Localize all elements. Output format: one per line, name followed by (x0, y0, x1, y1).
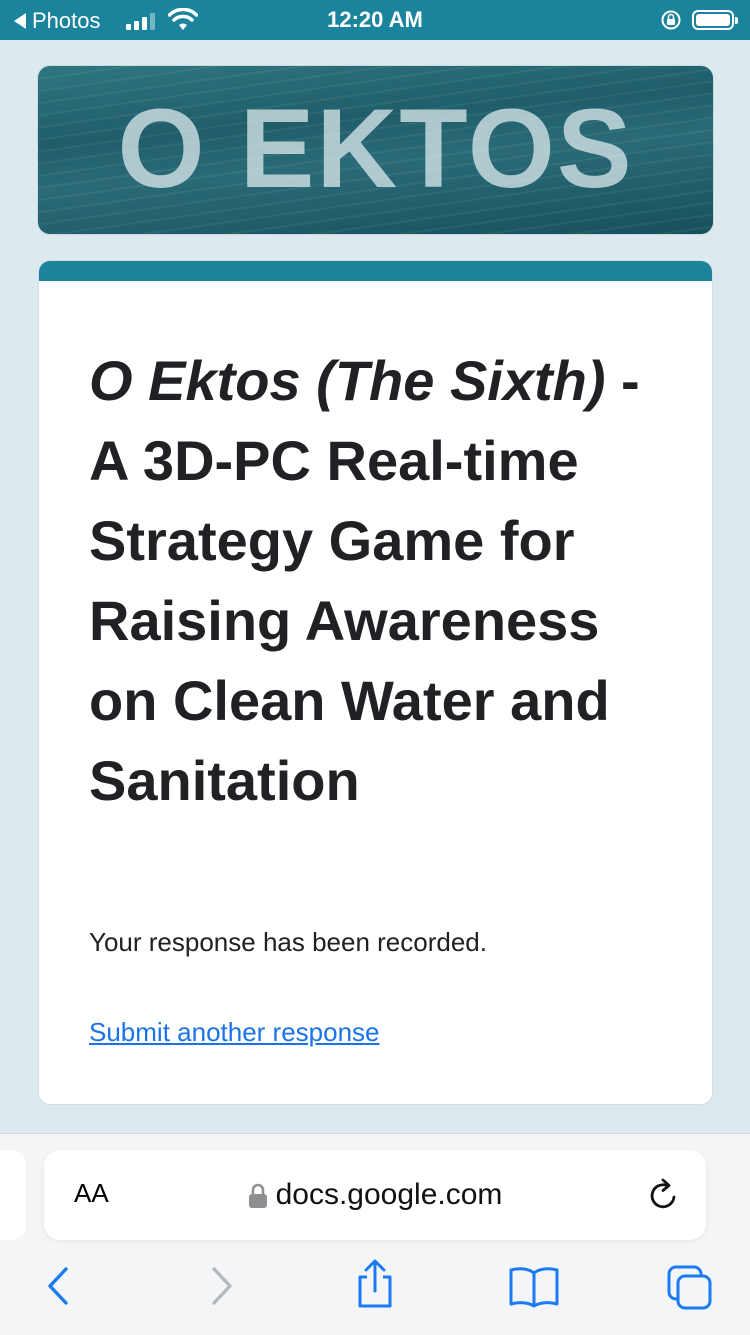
submit-another-response-link[interactable]: Submit another response (89, 1017, 380, 1048)
url-display[interactable]: docs.google.com (44, 1178, 706, 1212)
url-text: docs.google.com (275, 1178, 503, 1211)
battery-icon (692, 10, 738, 30)
status-time: 12:20 AM (327, 7, 423, 32)
header-banner-image: O EKTOS (38, 66, 713, 234)
browser-nav-row (0, 1259, 750, 1324)
share-icon[interactable] (352, 1258, 398, 1310)
form-confirmation-card: O Ektos (The Sixth) - A 3D-PC Real-time … (38, 260, 713, 1105)
tabs-icon[interactable] (666, 1264, 714, 1312)
previous-tab-peek[interactable] (0, 1150, 26, 1240)
orientation-lock-icon (661, 10, 681, 30)
browser-toolbar: AA docs.google.com (0, 1133, 750, 1335)
forward-icon[interactable] (206, 1264, 236, 1308)
lock-icon (248, 1183, 267, 1209)
form-title-italic: O Ektos (The Sixth) (89, 349, 606, 412)
address-bar[interactable]: AA docs.google.com (44, 1150, 706, 1240)
bookmarks-icon[interactable] (508, 1264, 560, 1308)
form-title-rest: - A 3D-PC Real-time Strategy Game for Ra… (89, 349, 640, 812)
form-title: O Ektos (The Sixth) - A 3D-PC Real-time … (89, 341, 669, 821)
card-accent-bar (39, 261, 712, 281)
status-bar: Photos 12:20 AM (0, 0, 750, 40)
back-icon[interactable] (44, 1264, 74, 1308)
reload-icon[interactable] (648, 1178, 680, 1212)
banner-logo-text: O EKTOS (117, 86, 634, 211)
confirmation-message: Your response has been recorded. (89, 927, 487, 957)
